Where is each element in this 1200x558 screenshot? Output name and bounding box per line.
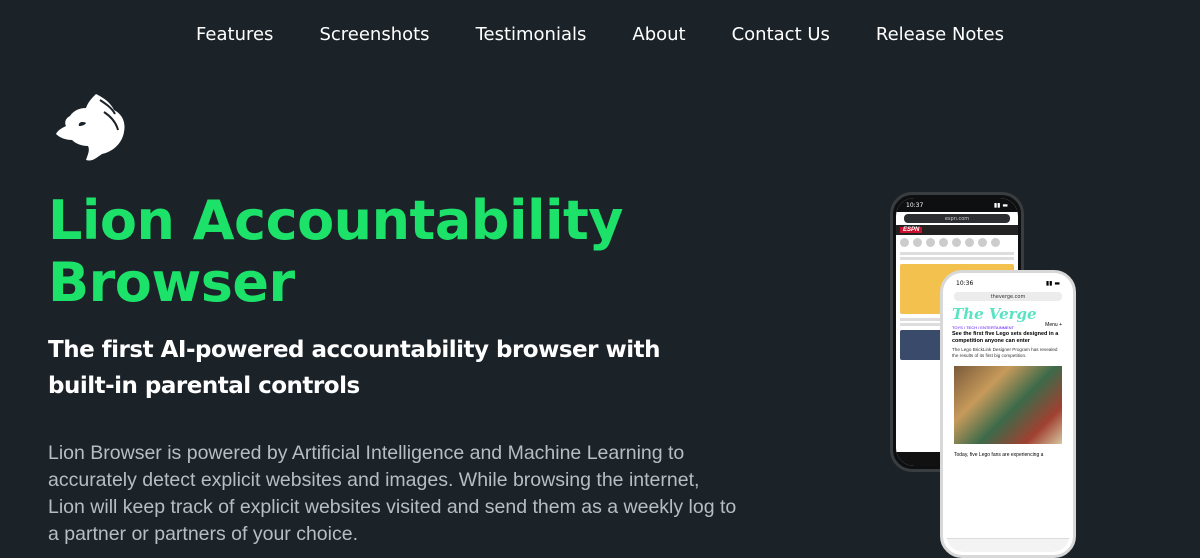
espn-header: ESPN: [896, 225, 1018, 235]
nav-features[interactable]: Features: [173, 24, 296, 45]
divider: [900, 252, 1014, 255]
article-image: [954, 366, 1062, 444]
hero-title: Lion Accountability Browser: [48, 189, 624, 314]
nav-about[interactable]: About: [609, 24, 708, 45]
nav-contact-us[interactable]: Contact Us: [709, 24, 853, 45]
phone-mockup-verge: 10:36 ▮▮ ▬ theverge.com The Verge Menu +…: [940, 270, 1076, 558]
article-headline: See the first five Lego sets designed in…: [952, 331, 1059, 344]
signal-icon: ▮▮ ▬: [1045, 279, 1060, 287]
status-time: 10:37: [906, 201, 924, 209]
hero-description: Lion Browser is powered by Artificial In…: [48, 442, 737, 545]
url-bar: espn.com: [904, 214, 1010, 223]
status-time: 10:36: [956, 279, 974, 287]
url-bar: theverge.com: [954, 292, 1062, 301]
phone-screen: 10:36 ▮▮ ▬ theverge.com The Verge Menu +…: [946, 276, 1070, 552]
lion-head-icon[interactable]: [52, 92, 128, 164]
article-subhead: The Lego BrickLink Designer Program has …: [952, 347, 1058, 358]
divider: [900, 257, 1014, 260]
top-nav: Features Screenshots Testimonials About …: [0, 0, 1200, 68]
sport-icons: [896, 235, 1018, 250]
article-body: Today, five Lego fans are experiencing a: [954, 452, 1044, 458]
hero-subtitle: The first AI-powered accountability brow…: [48, 337, 660, 399]
nav-release-notes[interactable]: Release Notes: [853, 24, 1027, 45]
browser-toolbar: [946, 538, 1070, 552]
signal-icon: ▮▮ ▬: [993, 201, 1008, 209]
espn-logo: ESPN: [900, 227, 923, 233]
status-bar: 10:36 ▮▮ ▬: [946, 276, 1070, 290]
status-bar: 10:37 ▮▮ ▬: [896, 198, 1018, 212]
nav-testimonials[interactable]: Testimonials: [453, 24, 610, 45]
verge-menu: Menu +: [1045, 322, 1062, 328]
nav-screenshots[interactable]: Screenshots: [296, 24, 452, 45]
